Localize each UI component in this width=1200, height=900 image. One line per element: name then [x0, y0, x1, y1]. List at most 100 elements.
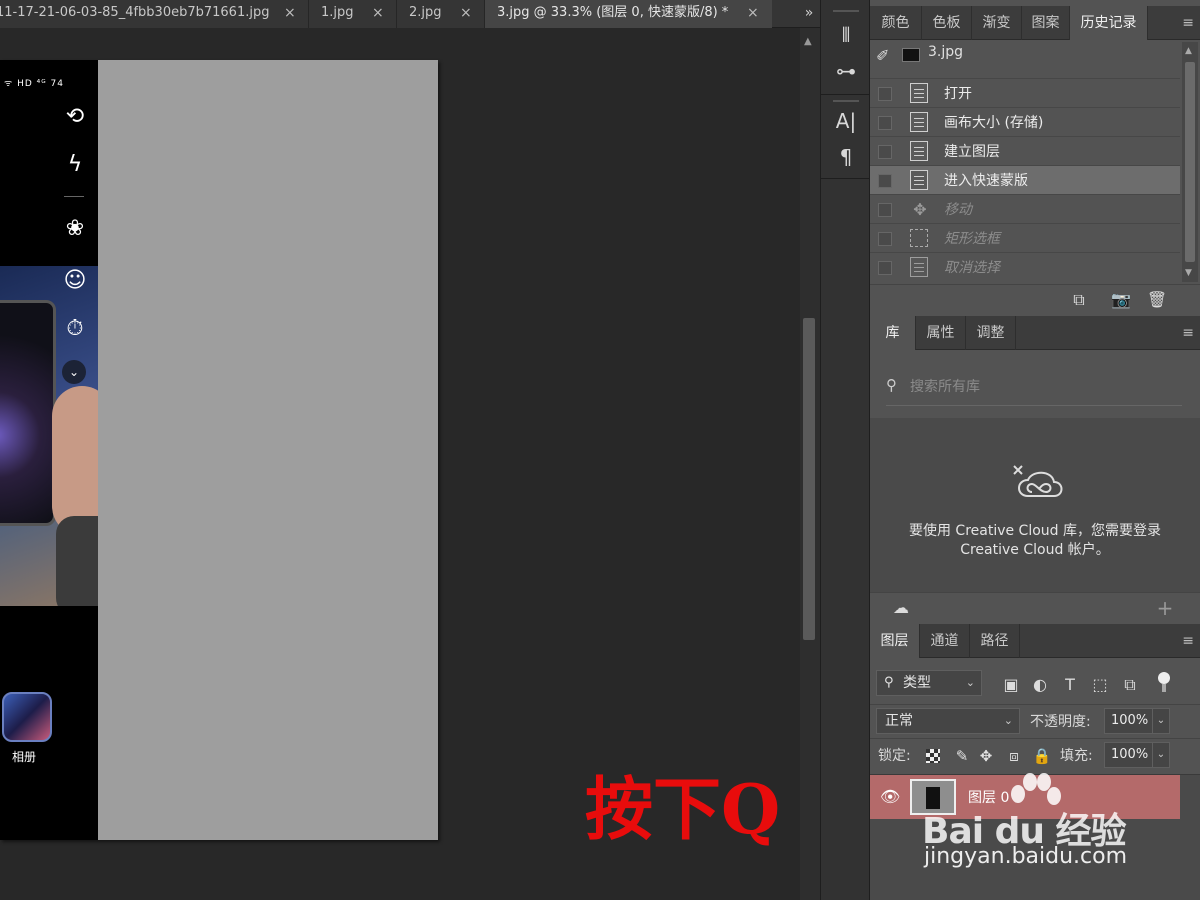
panel-toolstrip: ⦀ ⊶ A| ¶	[820, 0, 871, 900]
tab-close-icon[interactable]: ×	[460, 0, 472, 26]
layer-filter-toggle[interactable]	[1158, 672, 1170, 694]
camera-icon[interactable]: 📷	[1108, 287, 1134, 313]
scroll-thumb[interactable]	[803, 318, 815, 640]
fill-dropdown-icon[interactable]: ⌄	[1152, 742, 1170, 768]
history-item-quick-mask[interactable]: 进入快速蒙版	[870, 165, 1180, 194]
tab-properties[interactable]: 属性	[916, 316, 966, 350]
history-source-checkbox[interactable]	[878, 261, 892, 275]
lock-label: 锁定:	[878, 748, 911, 764]
divider	[64, 196, 84, 197]
cloud-sync-off-icon[interactable]: ☁	[888, 595, 914, 621]
scroll-down-icon[interactable]: ▼	[1185, 268, 1192, 278]
history-item-rect-marquee[interactable]: 矩形选框	[870, 223, 1180, 252]
history-item-label: 进入快速蒙版	[944, 173, 1028, 189]
layer-row[interactable]: 👁 图层 0	[870, 775, 1180, 819]
layer-filter-kind-select[interactable]: ⚲ 类型 ⌄	[876, 670, 982, 696]
library-search-input[interactable]	[910, 376, 1170, 398]
tab-close-icon[interactable]: ×	[747, 0, 759, 26]
toggle-stem	[1162, 684, 1166, 692]
history-source-checkbox[interactable]	[878, 87, 892, 101]
history-source-checkbox[interactable]	[878, 145, 892, 159]
tab-paths[interactable]: 路径	[970, 624, 1020, 658]
tab-libraries[interactable]: 库	[870, 316, 916, 350]
document-canvas[interactable]: ᯤ HD ⁴ᴳ 74 ⟲ ϟ ❀ ☺ ⏱ ⌄ 相册	[0, 60, 438, 840]
pixel-layer-filter-icon[interactable]: ▣	[1000, 674, 1022, 696]
opacity-dropdown-icon[interactable]: ⌄	[1152, 708, 1170, 734]
marquee-icon	[910, 229, 928, 247]
trash-icon[interactable]: 🗑	[1144, 287, 1170, 313]
grip[interactable]	[833, 10, 859, 12]
fill-input[interactable]: 100%	[1104, 742, 1156, 768]
tab-gradients[interactable]: 渐变	[972, 6, 1022, 40]
add-icon[interactable]: +	[1152, 595, 1178, 621]
type-layer-filter-icon[interactable]: T	[1059, 674, 1081, 696]
lock-row: 锁定: ✎ ✥ ⧈ 🔒 填充: 100% ⌄	[870, 738, 1200, 772]
canvas-workspace[interactable]: ᯤ HD ⁴ᴳ 74 ⟲ ϟ ❀ ☺ ⏱ ⌄ 相册 按下Q	[0, 28, 800, 900]
library-search: ⚲	[886, 370, 1182, 406]
layer-thumbnail[interactable]	[910, 779, 956, 815]
tab-adjustments[interactable]: 调整	[966, 316, 1016, 350]
panel-menu-icon[interactable]: ≡	[1182, 6, 1194, 40]
tab-history[interactable]: 历史记录	[1070, 6, 1148, 40]
eye-icon[interactable]: 👁	[880, 787, 900, 806]
scroll-up-icon[interactable]: ▲	[1185, 46, 1192, 56]
history-brush-icon[interactable]: ✐	[876, 46, 889, 65]
lock-all-icon[interactable]: 🔒	[1032, 746, 1052, 766]
scroll-thumb[interactable]	[1185, 62, 1195, 262]
history-item-deselect[interactable]: 取消选择	[870, 252, 1180, 281]
history-source-checkbox[interactable]	[878, 203, 892, 217]
lock-artboard-icon[interactable]: ⧈	[1004, 746, 1024, 766]
history-source-checkbox[interactable]	[878, 116, 892, 130]
tab-doc-3[interactable]: 2.jpg ×	[396, 0, 484, 28]
history-item-label: 矩形选框	[944, 231, 1000, 247]
scroll-up-icon[interactable]: ▲	[804, 36, 812, 47]
filter-icon: ❀	[65, 216, 85, 241]
history-source-checkbox[interactable]	[878, 174, 892, 188]
tab-swatches[interactable]: 色板	[922, 6, 972, 40]
character-icon[interactable]: A|	[829, 106, 863, 136]
grip[interactable]	[833, 100, 859, 102]
smart-object-filter-icon[interactable]: ⧉	[1119, 674, 1141, 696]
tab-doc-4-active[interactable]: 3.jpg @ 33.3% (图层 0, 快速蒙版/8) * ×	[484, 0, 772, 28]
photoshop-window: 11-17-21-06-03-85_4fbb30eb7b71661.jpg × …	[0, 0, 1200, 900]
history-item-open[interactable]: 打开	[870, 78, 1180, 107]
tab-patterns[interactable]: 图案	[1022, 6, 1070, 40]
blend-mode-select[interactable]: 正常 ⌄	[876, 708, 1020, 734]
tab-channels[interactable]: 通道	[920, 624, 970, 658]
history-source-checkbox[interactable]	[878, 232, 892, 246]
document-icon	[910, 141, 928, 161]
tab-close-icon[interactable]: ×	[372, 0, 384, 26]
paragraph-icon[interactable]: ¶	[829, 142, 863, 172]
layer-name[interactable]: 图层 0	[968, 787, 1009, 807]
history-list: ✐ 3.jpg 打开 画布大小 (存储) 建立图层 进入快速蒙版 ✥ 移动 矩形…	[870, 42, 1182, 282]
history-item-label: 取消选择	[944, 260, 1000, 276]
brush-settings-icon[interactable]: ⦀	[829, 20, 863, 50]
tab-color[interactable]: 颜色	[870, 6, 922, 40]
tab-overflow-icon[interactable]: »	[798, 0, 820, 28]
history-item-new-layer[interactable]: 建立图层	[870, 136, 1180, 165]
tab-doc-1[interactable]: 11-17-21-06-03-85_4fbb30eb7b71661.jpg ×	[0, 0, 308, 28]
blend-row: 正常 ⌄ 不透明度: 100% ⌄	[870, 704, 1200, 736]
history-scrollbar[interactable]: ▲ ▼	[1182, 42, 1198, 282]
document-icon	[910, 112, 928, 132]
tool-presets-icon[interactable]: ⊶	[829, 56, 863, 86]
panel-menu-icon[interactable]: ≡	[1182, 316, 1194, 350]
adjustment-layer-filter-icon[interactable]: ◐	[1029, 674, 1051, 696]
new-document-from-state-icon[interactable]: ⧉	[1066, 287, 1092, 313]
shape-layer-filter-icon[interactable]: ⬚	[1089, 674, 1111, 696]
history-item-move[interactable]: ✥ 移动	[870, 194, 1180, 223]
tab-doc-2[interactable]: 1.jpg ×	[308, 0, 396, 28]
tab-close-icon[interactable]: ×	[284, 0, 296, 26]
history-item-canvas-size[interactable]: 画布大小 (存储)	[870, 107, 1180, 136]
lock-transparent-pixels-icon[interactable]	[926, 749, 940, 763]
history-item-label: 打开	[944, 86, 972, 102]
tab-label: 1.jpg	[321, 5, 354, 20]
lock-position-icon[interactable]: ✥	[976, 746, 996, 766]
tab-layers[interactable]: 图层	[870, 624, 920, 658]
history-snapshot[interactable]: ✐ 3.jpg	[870, 42, 1182, 78]
opacity-input[interactable]: 100%	[1104, 708, 1156, 734]
lock-image-pixels-icon[interactable]: ✎	[952, 746, 972, 766]
panel-menu-icon[interactable]: ≡	[1182, 624, 1194, 658]
snapshot-thumbnail	[902, 48, 920, 62]
canvas-scrollbar[interactable]: ▲	[800, 28, 820, 900]
